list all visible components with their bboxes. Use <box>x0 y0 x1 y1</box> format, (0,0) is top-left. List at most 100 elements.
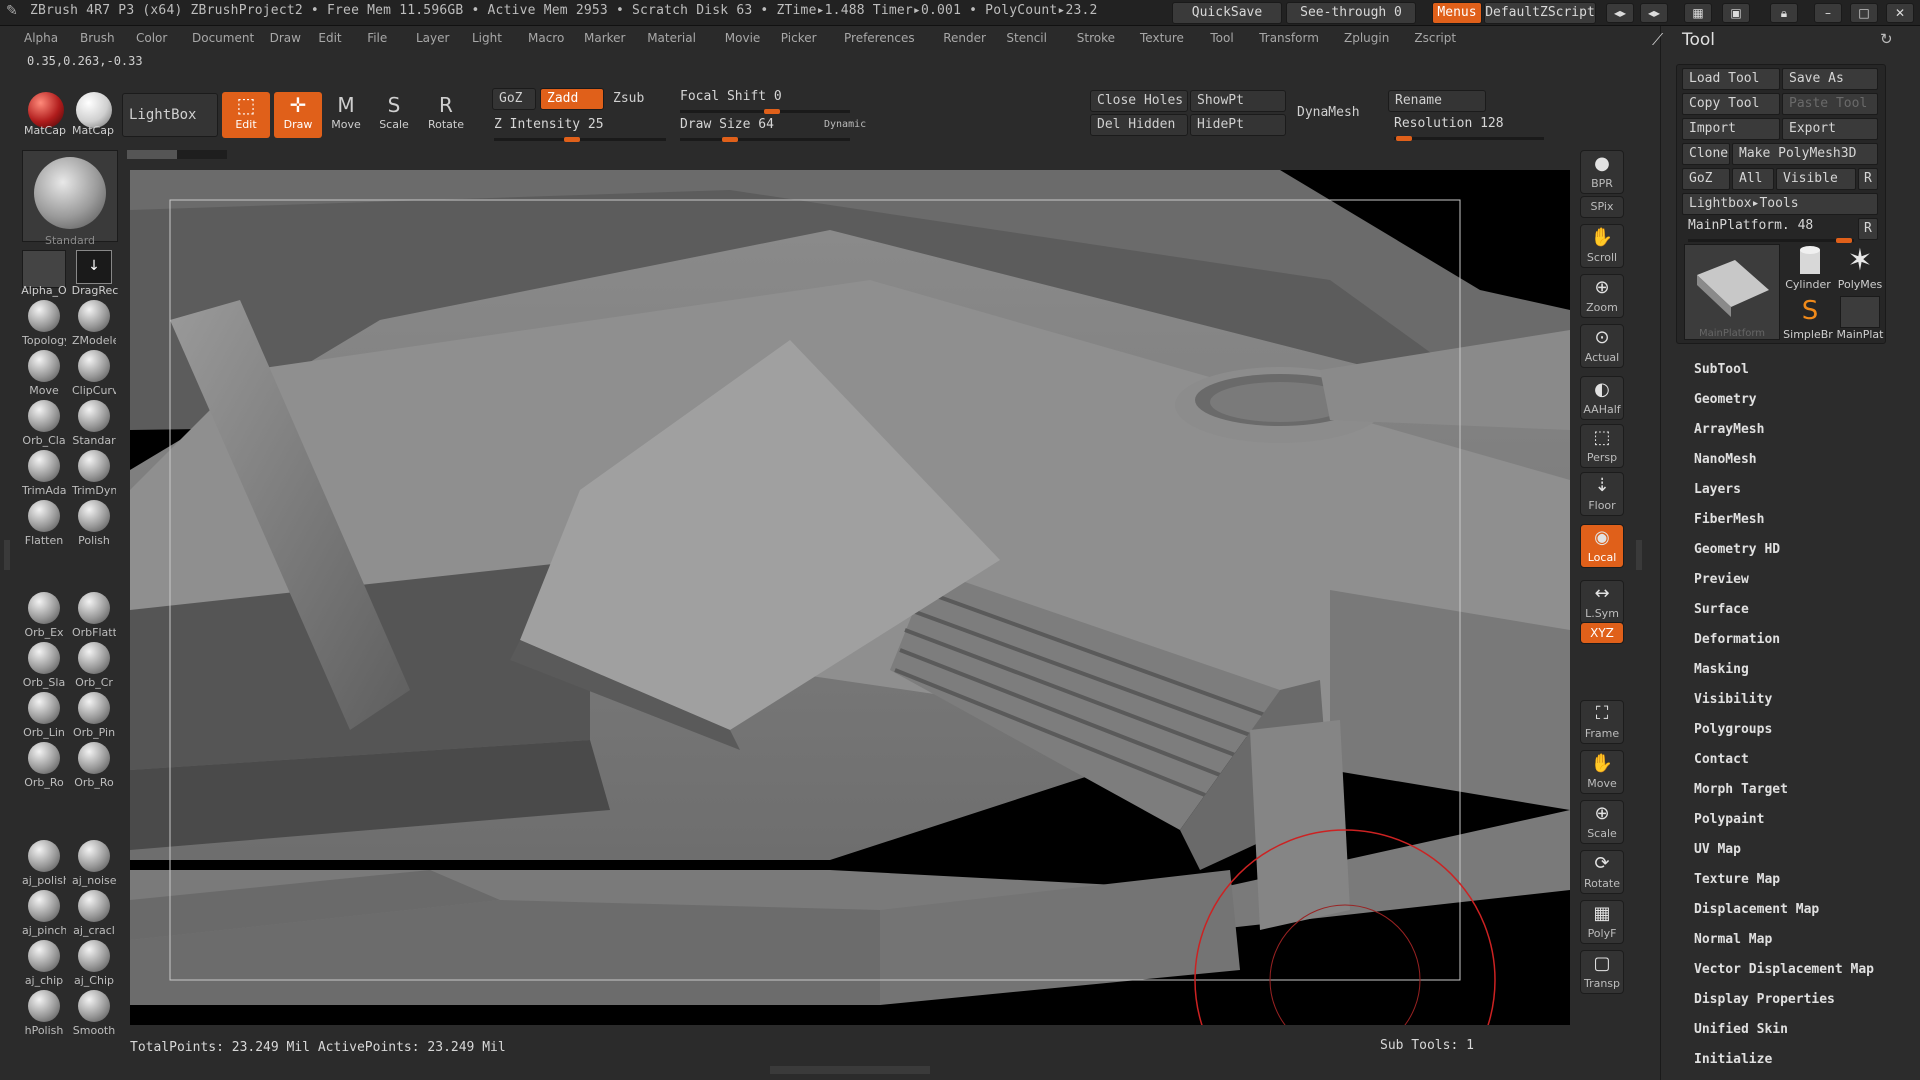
brush-move[interactable]: Move <box>22 350 66 397</box>
minimize-icon[interactable]: – <box>1814 3 1842 23</box>
goz-all-button[interactable]: All <box>1732 168 1774 190</box>
edit-mode-button[interactable]: ⬚ Edit <box>222 92 270 138</box>
menu-zplugin[interactable]: Zplugin <box>1344 31 1389 45</box>
menu-material[interactable]: Material <box>647 31 696 45</box>
layout-left-icon[interactable]: ◂▸ <box>1606 3 1634 23</box>
dock-scroll-button[interactable]: ✋ Scroll <box>1580 224 1624 268</box>
export-button[interactable]: Export <box>1782 118 1878 140</box>
draw-mode-button[interactable]: ✛ Draw <box>274 92 322 138</box>
section-texture-map[interactable]: Texture Map <box>1694 872 1780 887</box>
dock-xyz-button[interactable]: XYZ <box>1580 622 1624 644</box>
main-platform-slider[interactable]: MainPlatform. 48 <box>1688 218 1854 243</box>
menu-macro[interactable]: Macro <box>528 31 564 45</box>
menu-stencil[interactable]: Stencil <box>1006 31 1047 45</box>
brush-smooth[interactable]: Smooth <box>72 990 116 1037</box>
drag-rect-icon[interactable]: ↓ <box>76 250 112 284</box>
menu-layer[interactable]: Layer <box>416 31 449 45</box>
del-hidden-button[interactable]: Del Hidden <box>1090 114 1188 136</box>
section-unified-skin[interactable]: Unified Skin <box>1694 1022 1788 1037</box>
lock-icon[interactable]: 🔒︎ <box>1770 3 1798 23</box>
brush-orb-lin[interactable]: Orb_Lin <box>22 692 66 739</box>
lightbox-tools-button[interactable]: Lightbox▸Tools <box>1682 193 1878 215</box>
section-masking[interactable]: Masking <box>1694 662 1749 677</box>
menu-file[interactable]: File <box>367 31 387 45</box>
quicksave-button[interactable]: QuickSave <box>1172 2 1282 24</box>
section-displacement-map[interactable]: Displacement Map <box>1694 902 1819 917</box>
left-tray-handle[interactable] <box>4 540 10 570</box>
dock-actual-button[interactable]: ⊙ Actual <box>1580 324 1624 368</box>
resolution-slider[interactable]: Resolution 128 <box>1394 116 1544 141</box>
brush-orb-ro[interactable]: Orb_Ro <box>22 742 66 789</box>
matcap-red-icon[interactable] <box>28 92 64 128</box>
see-through-slider[interactable]: See-through 0 <box>1286 2 1416 24</box>
menu-tool[interactable]: Tool <box>1210 31 1233 45</box>
menu-render[interactable]: Render <box>943 31 986 45</box>
goz-r-button[interactable]: R <box>1858 168 1878 190</box>
menu-zscript[interactable]: Zscript <box>1414 31 1456 45</box>
brush-topology[interactable]: Topology <box>22 300 66 347</box>
brush-trimdyn[interactable]: TrimDyn <box>72 450 116 497</box>
main-platform-r-button[interactable]: R <box>1858 218 1878 240</box>
menu-color[interactable]: Color <box>136 31 167 45</box>
clone-button[interactable]: Clone <box>1682 143 1730 165</box>
dock-scale-button[interactable]: ⊕ Scale <box>1580 800 1624 844</box>
z-intensity-slider[interactable]: Z Intensity 25 <box>494 117 666 142</box>
menu-alpha[interactable]: Alpha <box>24 31 58 45</box>
section-subtool[interactable]: SubTool <box>1694 362 1749 377</box>
dynamic-label[interactable]: Dynamic <box>824 119 866 130</box>
refresh-icon[interactable]: ↻ <box>1880 30 1893 48</box>
brush-orb-sla[interactable]: Orb_Sla <box>22 642 66 689</box>
canvas-viewport[interactable] <box>130 170 1570 1025</box>
brush-hpolish[interactable]: hPolish <box>22 990 66 1037</box>
alpha-thumbnail[interactable] <box>22 250 66 288</box>
brush-trimada[interactable]: TrimAda <box>22 450 66 497</box>
goz-shelf-button[interactable]: GoZ <box>492 88 536 110</box>
save-as-button[interactable]: Save As <box>1782 68 1878 90</box>
lightbox-button[interactable]: LightBox <box>122 93 218 137</box>
section-nanomesh[interactable]: NanoMesh <box>1694 452 1757 467</box>
dock-spix-button[interactable]: SPix <box>1580 196 1624 218</box>
section-deformation[interactable]: Deformation <box>1694 632 1780 647</box>
brush-aj-noise[interactable]: aj_noise <box>72 840 116 887</box>
dock-persp-button[interactable]: ⬚ Persp <box>1580 424 1624 468</box>
brush-orb-pin[interactable]: Orb_Pin <box>72 692 116 739</box>
section-vector-displacement-map[interactable]: Vector Displacement Map <box>1694 962 1874 977</box>
dock-move-button[interactable]: ✋ Move <box>1580 750 1624 794</box>
menu-marker[interactable]: Marker <box>584 31 625 45</box>
section-polygroups[interactable]: Polygroups <box>1694 722 1772 737</box>
section-contact[interactable]: Contact <box>1694 752 1749 767</box>
menu-document[interactable]: Document <box>192 31 254 45</box>
goz-tool-button[interactable]: GoZ <box>1682 168 1730 190</box>
rotate-mode-button[interactable]: R Rotate <box>422 92 470 138</box>
section-geometry-hd[interactable]: Geometry HD <box>1694 542 1780 557</box>
make-polymesh-button[interactable]: Make PolyMesh3D <box>1732 143 1878 165</box>
load-tool-button[interactable]: Load Tool <box>1682 68 1780 90</box>
paste-tool-button[interactable]: Paste Tool <box>1782 93 1878 115</box>
dock-l-sym-button[interactable]: ↔ L.Sym <box>1580 580 1624 624</box>
close-icon[interactable]: ✕ <box>1886 3 1914 23</box>
brush-zmodeler[interactable]: ZModeler <box>72 300 116 347</box>
dock-polyf-button[interactable]: ▦ PolyF <box>1580 900 1624 944</box>
section-fibermesh[interactable]: FiberMesh <box>1694 512 1764 527</box>
ui-layout2-icon[interactable]: ▣ <box>1722 3 1750 23</box>
dock-transp-button[interactable]: ▢ Transp <box>1580 950 1624 994</box>
brush-clipcurv[interactable]: ClipCurv <box>72 350 116 397</box>
dock-zoom-button[interactable]: ⊕ Zoom <box>1580 274 1624 318</box>
section-uv-map[interactable]: UV Map <box>1694 842 1741 857</box>
matcap-white-icon[interactable] <box>76 92 112 128</box>
copy-tool-button[interactable]: Copy Tool <box>1682 93 1780 115</box>
brush-orbflatt[interactable]: OrbFlatt <box>72 592 116 639</box>
section-normal-map[interactable]: Normal Map <box>1694 932 1772 947</box>
brush-orb-cla[interactable]: Orb_Cla <box>22 400 66 447</box>
rename-button[interactable]: Rename <box>1388 90 1486 112</box>
ui-layout-icon[interactable]: ▦ <box>1684 3 1712 23</box>
brush-aj-pinch[interactable]: aj_pinch <box>22 890 66 937</box>
show-pt-button[interactable]: ShowPt <box>1190 90 1286 112</box>
menu-brush[interactable]: Brush <box>80 31 115 45</box>
simplebrush-icon[interactable]: S <box>1790 294 1830 330</box>
menu-texture[interactable]: Texture <box>1140 31 1184 45</box>
zsub-button[interactable]: Zsub <box>606 88 666 110</box>
menu-transform[interactable]: Transform <box>1259 31 1319 45</box>
section-morph-target[interactable]: Morph Target <box>1694 782 1788 797</box>
menu-draw[interactable]: Draw <box>270 31 301 45</box>
